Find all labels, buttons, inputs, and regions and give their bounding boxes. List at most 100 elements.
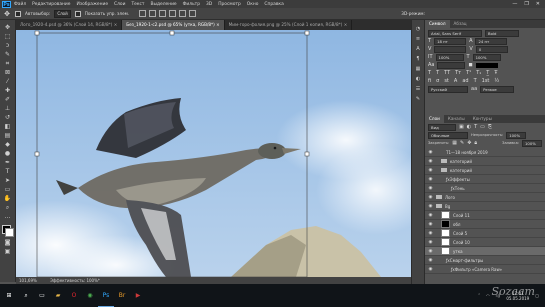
tab-layers[interactable]: Слои bbox=[425, 115, 444, 123]
task-view-button[interactable]: ▭ bbox=[34, 284, 50, 307]
menu-edit[interactable]: Редактирование bbox=[32, 2, 70, 7]
stylistic-icon[interactable]: ad bbox=[462, 78, 468, 84]
filter-pixel-icon[interactable]: ▣ bbox=[459, 124, 464, 130]
brush-tool-icon[interactable]: ✐ bbox=[3, 96, 12, 103]
menu-select[interactable]: Выделение bbox=[150, 2, 176, 7]
network-icon[interactable]: ◠ bbox=[486, 293, 490, 298]
horizontal-scale-field[interactable]: 100% bbox=[472, 53, 501, 61]
maximize-icon[interactable]: ❐ bbox=[524, 1, 528, 7]
eyedropper-tool-icon[interactable]: ⁄ bbox=[3, 78, 12, 85]
visibility-eye-icon[interactable]: ◉ bbox=[428, 231, 433, 236]
tab-character[interactable]: Символ bbox=[425, 20, 450, 28]
discretionary-icon[interactable]: st bbox=[444, 78, 449, 84]
language-dropdown[interactable]: Русский bbox=[428, 85, 468, 93]
text-color-swatch[interactable] bbox=[475, 62, 498, 68]
visibility-eye-icon[interactable]: ◉ bbox=[428, 186, 433, 191]
faux-bold-icon[interactable]: T bbox=[428, 70, 431, 76]
align-vcenter-icon[interactable] bbox=[149, 10, 157, 17]
quick-mask-icon[interactable]: ◙ bbox=[3, 239, 12, 246]
layer-row[interactable]: ◉ Слой 10 bbox=[425, 238, 545, 247]
move-tool-icon[interactable]: ✥ bbox=[3, 24, 12, 31]
visibility-eye-icon[interactable]: ◉ bbox=[428, 177, 433, 182]
menu-file[interactable]: Файл bbox=[14, 2, 26, 7]
visibility-eye-icon[interactable]: ◉ bbox=[428, 240, 433, 245]
properties-panel-icon[interactable]: ≡ bbox=[415, 36, 422, 42]
clone-stamp-tool-icon[interactable]: ⊥ bbox=[3, 105, 12, 112]
menu-help[interactable]: Справка bbox=[264, 2, 283, 7]
tab-paragraph[interactable]: Абзац bbox=[450, 20, 471, 28]
paragraph-panel-icon[interactable]: ¶ bbox=[415, 56, 422, 62]
zoom-readout[interactable]: 101,69% bbox=[19, 278, 37, 283]
visibility-eye-icon[interactable]: ◉ bbox=[428, 222, 433, 227]
taskbar-opera[interactable]: O bbox=[66, 284, 82, 307]
menu-type[interactable]: Текст bbox=[131, 2, 144, 7]
vertical-scale-field[interactable]: 100% bbox=[435, 53, 464, 61]
layer-row[interactable]: ◉ обл bbox=[425, 220, 545, 229]
pen-tool-icon[interactable]: ✒ bbox=[3, 159, 12, 166]
visibility-eye-icon[interactable]: ◉ bbox=[428, 249, 433, 254]
titling-icon[interactable]: T bbox=[474, 78, 477, 84]
move-tool-icon[interactable]: ✥ bbox=[3, 10, 11, 18]
healing-brush-tool-icon[interactable]: ✚ bbox=[3, 87, 12, 94]
fill-field[interactable]: 100% bbox=[522, 139, 542, 147]
faux-italic-icon[interactable]: T bbox=[436, 70, 439, 76]
tab-paths[interactable]: Контуры bbox=[469, 115, 496, 123]
history-brush-tool-icon[interactable]: ↺ bbox=[3, 114, 12, 121]
opacity-field[interactable]: 100% bbox=[506, 131, 527, 139]
layer-row[interactable]: ◉ ƒx Фильтр «Camera Raw» bbox=[425, 265, 545, 274]
filter-type-icon[interactable]: T bbox=[474, 124, 477, 130]
baseline-shift-field[interactable] bbox=[437, 61, 466, 69]
swatches-panel-icon[interactable]: ▦ bbox=[415, 66, 422, 72]
hand-tool-icon[interactable]: ✋ bbox=[3, 195, 12, 202]
superscript-icon[interactable]: T¹ bbox=[466, 70, 471, 76]
subscript-icon[interactable]: T₁ bbox=[476, 70, 481, 76]
font-style-dropdown[interactable]: Bold bbox=[485, 29, 519, 37]
layer-row[interactable]: ◉ Слой 5 bbox=[425, 229, 545, 238]
layer-row[interactable]: ◉ Слой 11 bbox=[425, 211, 545, 220]
libraries-panel-icon[interactable]: ☰ bbox=[415, 86, 422, 92]
visibility-eye-icon[interactable]: ◉ bbox=[428, 213, 433, 218]
font-size-field[interactable]: 18 пт bbox=[434, 37, 467, 45]
blend-mode-dropdown[interactable]: Обычные bbox=[428, 131, 468, 139]
menu-layers[interactable]: Слои bbox=[114, 2, 125, 7]
action-center-icon[interactable]: ▢ bbox=[535, 293, 539, 298]
path-select-tool-icon[interactable]: ➤ bbox=[3, 177, 12, 184]
filter-smart-icon[interactable]: ⎘ bbox=[488, 124, 492, 130]
marquee-tool-icon[interactable]: ⬚ bbox=[3, 33, 12, 40]
lock-transparent-icon[interactable]: ▦ bbox=[452, 140, 457, 146]
visibility-eye-icon[interactable]: ◉ bbox=[428, 159, 433, 164]
filter-shape-icon[interactable]: ▭ bbox=[480, 124, 485, 130]
eraser-tool-icon[interactable]: ◧ bbox=[3, 123, 12, 130]
lock-position-icon[interactable]: ✥ bbox=[467, 140, 471, 146]
layer-row[interactable]: ◉ ƒx Тень bbox=[425, 184, 545, 193]
document-canvas[interactable] bbox=[16, 30, 411, 277]
auto-select-dropdown[interactable]: Слой bbox=[54, 9, 71, 18]
tab-channels[interactable]: Каналы bbox=[444, 115, 469, 123]
leading-field[interactable]: 24 пт bbox=[475, 37, 508, 45]
minimize-icon[interactable]: — bbox=[512, 1, 517, 7]
screen-mode-icon[interactable]: ▣ bbox=[3, 248, 12, 255]
search-button[interactable]: ⌕ bbox=[18, 284, 34, 307]
small-caps-icon[interactable]: Tт bbox=[455, 70, 461, 76]
taskbar-chrome[interactable]: ◉ bbox=[82, 284, 98, 307]
menu-filter[interactable]: Фильтр bbox=[183, 2, 200, 7]
shape-tool-icon[interactable]: ▭ bbox=[3, 186, 12, 193]
menu-3d[interactable]: 3D bbox=[206, 2, 212, 7]
menu-image[interactable]: Изображение bbox=[76, 2, 108, 7]
ligatures-icon[interactable]: fi bbox=[428, 78, 431, 84]
layer-row[interactable]: ◉ ƒx Смарт-фильтры bbox=[425, 256, 545, 265]
fractions-icon[interactable]: ½ bbox=[494, 78, 499, 84]
tab-document-3[interactable]: Мим-горо-фолия.png @ 25% (Слой 1 копия, … bbox=[225, 20, 353, 30]
antialias-dropdown[interactable]: Резкое bbox=[480, 85, 515, 93]
blur-tool-icon[interactable]: ◆ bbox=[3, 141, 12, 148]
align-hcenter-icon[interactable] bbox=[179, 10, 187, 17]
layer-row[interactable]: ◉ Bg bbox=[425, 202, 545, 211]
notifications-chevron-icon[interactable]: ˄ bbox=[478, 293, 480, 298]
layer-row[interactable]: ◉ Лого bbox=[425, 193, 545, 202]
underline-icon[interactable]: T̲ bbox=[486, 70, 489, 76]
auto-select-checkbox[interactable] bbox=[15, 10, 21, 17]
kerning-field[interactable] bbox=[434, 45, 467, 53]
type-tool-icon[interactable]: T bbox=[3, 168, 12, 175]
lasso-tool-icon[interactable]: ↄ bbox=[3, 42, 12, 49]
layer-row[interactable]: ◉ категорий bbox=[425, 157, 545, 166]
